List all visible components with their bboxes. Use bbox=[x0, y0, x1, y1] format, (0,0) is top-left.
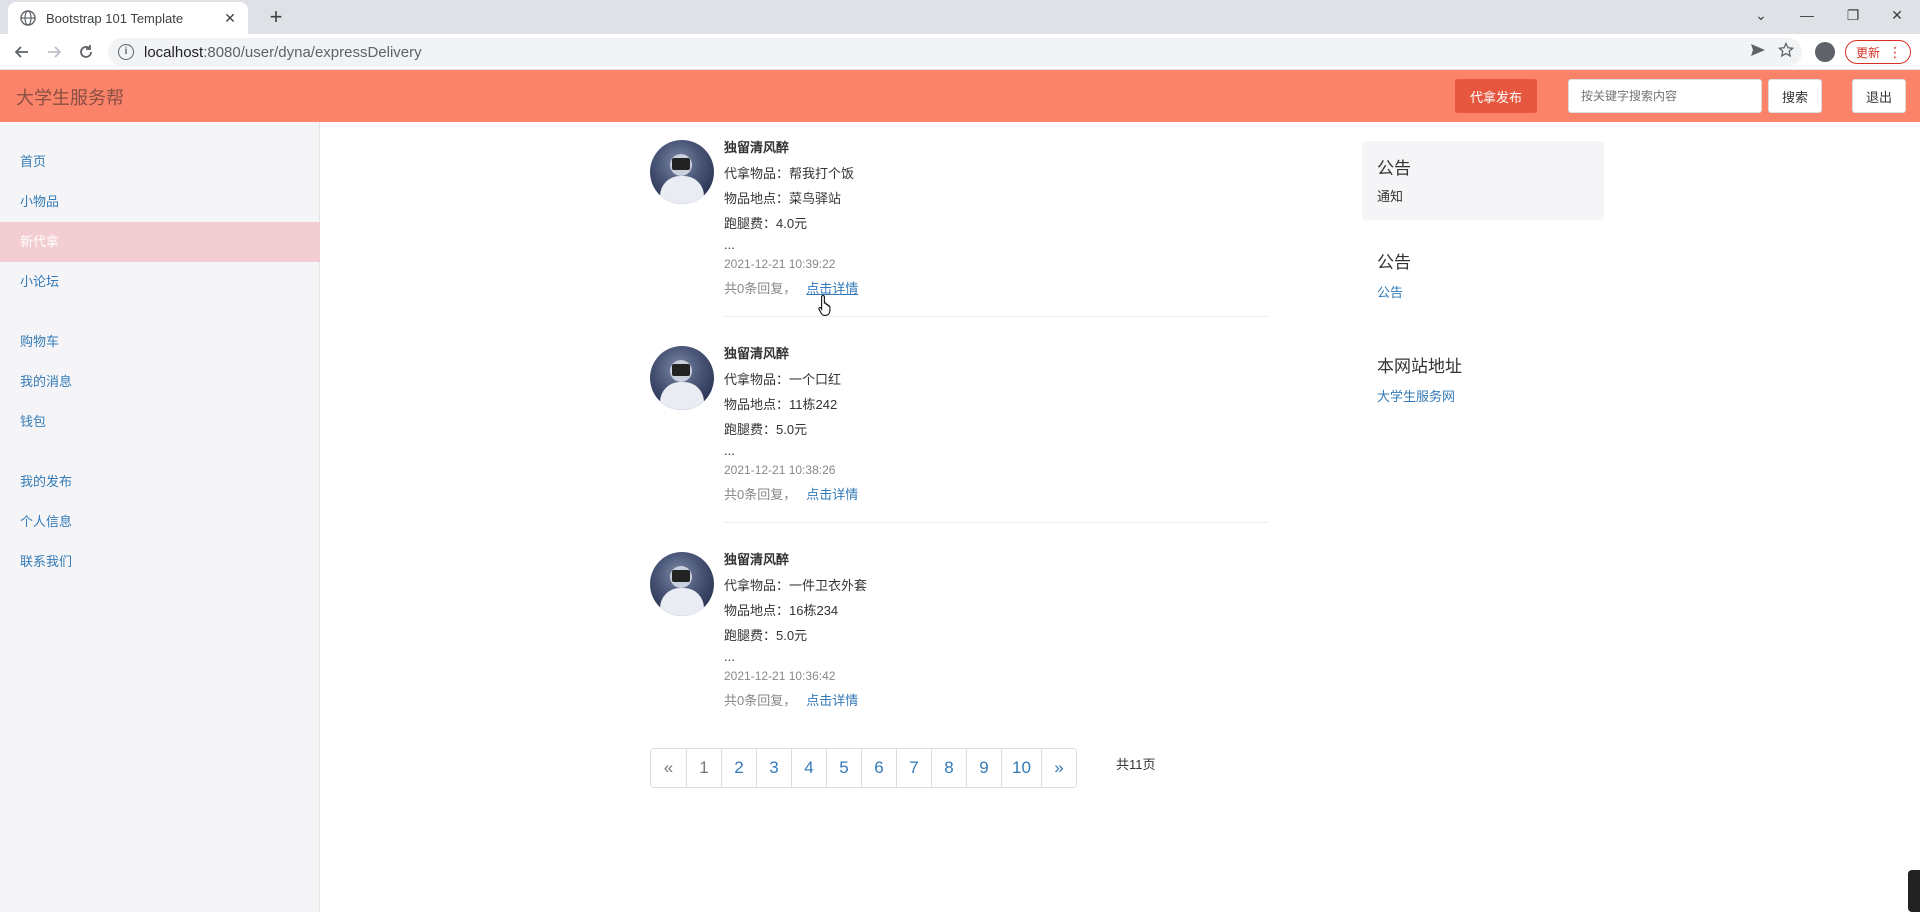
url-host: localhost bbox=[144, 43, 204, 61]
sidebar-item-profile[interactable]: 个人信息 bbox=[0, 502, 320, 542]
post-fee: 跑腿费：5.0元 bbox=[724, 628, 808, 643]
avatar[interactable] bbox=[650, 140, 714, 204]
site-info-icon[interactable]: i bbox=[118, 44, 134, 60]
page-1[interactable]: 1 bbox=[686, 749, 721, 787]
post-item: 代拿物品：一件卫衣外套 bbox=[724, 578, 868, 593]
more-menu-icon[interactable]: ⋮ bbox=[1888, 43, 1902, 61]
post-replies: 共0条回复， bbox=[724, 281, 797, 296]
site-address-title: 本网站地址 bbox=[1377, 357, 1462, 376]
post-location: 物品地点：11栋242 bbox=[724, 397, 838, 412]
post-location: 物品地点：16栋234 bbox=[724, 603, 839, 618]
address-bar: i localhost:8080/user/dyna/expressDelive… bbox=[0, 34, 1920, 70]
page-total: 共11页 bbox=[1116, 757, 1156, 772]
minimize-icon[interactable]: — bbox=[1784, 0, 1830, 30]
post-time: 2021-12-21 10:39:22 bbox=[724, 257, 836, 271]
new-tab-button[interactable]: + bbox=[262, 4, 290, 32]
sidebar-item-my-posts[interactable]: 我的发布 bbox=[0, 462, 320, 502]
notice-title: 公告 bbox=[1377, 159, 1411, 178]
divider bbox=[724, 522, 1268, 523]
post-author: 独留清风醉 bbox=[724, 552, 790, 567]
sidebar-item-contact[interactable]: 联系我们 bbox=[0, 542, 320, 582]
search-button[interactable]: 搜索 bbox=[1768, 79, 1822, 113]
post-fee: 跑腿费：5.0元 bbox=[724, 422, 808, 437]
notice-panel bbox=[1362, 141, 1604, 220]
tab-title: Bootstrap 101 Template bbox=[46, 10, 184, 26]
browser-tab-strip: Bootstrap 101 Template ✕ + ⌄ — ❐ ✕ bbox=[0, 0, 1920, 34]
page-3[interactable]: 3 bbox=[756, 749, 791, 787]
search-input[interactable] bbox=[1568, 79, 1762, 113]
post-detail-link[interactable]: 点击详情 bbox=[806, 693, 858, 708]
page-6[interactable]: 6 bbox=[861, 749, 896, 787]
post-item: 代拿物品：帮我打个饭 bbox=[724, 166, 855, 181]
sidebar-item-messages[interactable]: 我的消息 bbox=[0, 362, 320, 402]
logout-button[interactable]: 退出 bbox=[1852, 79, 1906, 113]
sidebar: 首页 小物品 新代拿 小论坛 购物车 我的消息 钱包 我的发布 个人信息 联系我… bbox=[0, 122, 320, 912]
reload-icon[interactable] bbox=[74, 40, 98, 64]
post-ellipsis: ... bbox=[724, 237, 735, 252]
send-icon[interactable] bbox=[1750, 42, 1766, 58]
sidebar-item-home[interactable]: 首页 bbox=[0, 142, 320, 182]
page-next[interactable]: » bbox=[1040, 749, 1076, 787]
sidebar-item-wallet[interactable]: 钱包 bbox=[0, 402, 320, 442]
top-navbar: 大学生服务帮 代拿发布 搜索 退出 bbox=[0, 70, 1920, 122]
url-field[interactable]: i localhost:8080/user/dyna/expressDelive… bbox=[108, 38, 1802, 66]
page-7[interactable]: 7 bbox=[896, 749, 931, 787]
update-button[interactable]: 更新 ⋮ bbox=[1845, 40, 1911, 64]
post-time: 2021-12-21 10:38:26 bbox=[724, 463, 836, 477]
notice-text: 通知 bbox=[1377, 189, 1404, 204]
sidebar-item-goods[interactable]: 小物品 bbox=[0, 182, 320, 222]
scrollbar-handle[interactable] bbox=[1908, 870, 1920, 912]
profile-avatar-icon[interactable] bbox=[1815, 42, 1835, 62]
post-fee: 跑腿费：4.0元 bbox=[724, 216, 808, 231]
restore-icon[interactable]: ❐ bbox=[1830, 0, 1876, 30]
close-window-icon[interactable]: ✕ bbox=[1874, 0, 1920, 30]
page-9[interactable]: 9 bbox=[966, 749, 1001, 787]
page-2[interactable]: 2 bbox=[721, 749, 756, 787]
page-prev[interactable]: « bbox=[651, 749, 686, 787]
post-replies: 共0条回复， bbox=[724, 487, 797, 502]
tab-search-icon[interactable]: ⌄ bbox=[1738, 0, 1784, 30]
browser-tab[interactable]: Bootstrap 101 Template ✕ bbox=[8, 2, 248, 34]
update-label: 更新 bbox=[1856, 45, 1881, 60]
avatar[interactable] bbox=[650, 552, 714, 616]
hand-cursor-icon bbox=[818, 294, 831, 316]
divider bbox=[724, 316, 1268, 317]
post-time: 2021-12-21 10:36:42 bbox=[724, 669, 836, 683]
page-8[interactable]: 8 bbox=[931, 749, 966, 787]
post-location: 物品地点：菜鸟驿站 bbox=[724, 191, 842, 206]
pagination: « 1 2 3 4 5 6 7 8 9 10 » bbox=[650, 748, 1077, 788]
globe-icon bbox=[20, 10, 36, 26]
back-icon[interactable] bbox=[10, 40, 34, 64]
post-ellipsis: ... bbox=[724, 649, 735, 664]
site-address-link[interactable]: 大学生服务网 bbox=[1377, 386, 1455, 405]
post-replies: 共0条回复， bbox=[724, 693, 797, 708]
post-ellipsis: ... bbox=[724, 443, 735, 458]
announcement-link[interactable]: 公告 bbox=[1377, 282, 1403, 301]
page-10[interactable]: 10 bbox=[1001, 749, 1041, 787]
star-icon[interactable] bbox=[1778, 42, 1794, 58]
post-item: 代拿物品：一个口红 bbox=[724, 372, 842, 387]
announcement-title: 公告 bbox=[1377, 253, 1411, 272]
post-author: 独留清风醉 bbox=[724, 140, 790, 155]
forward-icon[interactable] bbox=[42, 40, 66, 64]
sidebar-item-forum[interactable]: 小论坛 bbox=[0, 262, 320, 302]
page-4[interactable]: 4 bbox=[791, 749, 826, 787]
post-detail-link[interactable]: 点击详情 bbox=[806, 487, 858, 502]
avatar[interactable] bbox=[650, 346, 714, 410]
close-tab-icon[interactable]: ✕ bbox=[222, 10, 238, 27]
publish-button[interactable]: 代拿发布 bbox=[1455, 79, 1537, 113]
page-5[interactable]: 5 bbox=[826, 749, 861, 787]
post-author: 独留清风醉 bbox=[724, 346, 790, 361]
sidebar-item-cart[interactable]: 购物车 bbox=[0, 322, 320, 362]
url-path: :8080/user/dyna/expressDelivery bbox=[203, 43, 422, 61]
sidebar-item-delivery[interactable]: 新代拿 bbox=[0, 222, 320, 262]
brand-title[interactable]: 大学生服务帮 bbox=[16, 84, 124, 110]
